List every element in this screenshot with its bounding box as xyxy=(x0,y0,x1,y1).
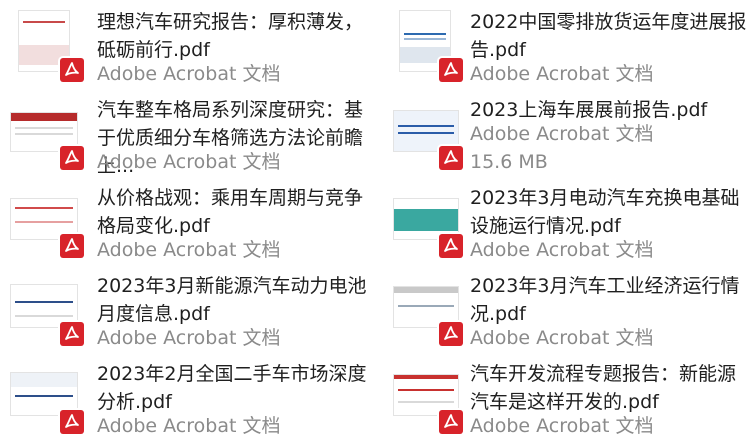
pdf-icon xyxy=(439,322,463,346)
pdf-icon xyxy=(60,234,84,258)
file-name: 2022中国零排放货运年度进展报告.pdf xyxy=(470,11,747,61)
pdf-icon xyxy=(60,410,84,434)
pdf-icon xyxy=(439,234,463,258)
file-grid: 理想汽车研究报告：厚积薄发，砥砺前行.pdf Adobe Acrobat 文档 … xyxy=(0,0,749,441)
pdf-icon xyxy=(439,146,463,170)
file-name: 2023上海车展展前报告.pdf xyxy=(470,99,708,121)
file-type: Adobe Acrobat 文档 xyxy=(470,63,654,85)
file-type: Adobe Acrobat 文档 xyxy=(97,415,281,437)
file-item[interactable]: 2023年3月新能源汽车动力电池月度信息.pdf Adobe Acrobat 文… xyxy=(8,272,378,356)
file-item[interactable]: 2023年3月汽车工业经济运行情况.pdf Adobe Acrobat 文档 xyxy=(381,272,749,356)
pdf-icon xyxy=(439,410,463,434)
file-name: 2023年3月新能源汽车动力电池月度信息.pdf xyxy=(97,275,367,325)
file-item[interactable]: 理想汽车研究报告：厚积薄发，砥砺前行.pdf Adobe Acrobat 文档 xyxy=(8,8,378,92)
file-type: Adobe Acrobat 文档 xyxy=(470,239,654,261)
file-name: 2023年3月电动汽车充换电基础设施运行情况.pdf xyxy=(470,187,740,237)
file-item[interactable]: 从价格战观：乘用车周期与竞争格局变化.pdf Adobe Acrobat 文档 xyxy=(8,184,378,268)
file-type: Adobe Acrobat 文档 xyxy=(470,327,654,349)
file-name: 2023年2月全国二手车市场深度分析.pdf xyxy=(97,363,367,413)
file-item[interactable]: 2023年3月电动汽车充换电基础设施运行情况.pdf Adobe Acrobat… xyxy=(381,184,749,268)
file-item[interactable]: 2023年2月全国二手车市场深度分析.pdf Adobe Acrobat 文档 xyxy=(8,360,378,444)
file-type: Adobe Acrobat 文档 xyxy=(97,327,281,349)
file-size: 15.6 MB xyxy=(470,151,548,173)
pdf-icon xyxy=(439,58,463,82)
file-type: Adobe Acrobat 文档 xyxy=(470,123,654,145)
file-name: 2023年3月汽车工业经济运行情况.pdf xyxy=(470,275,740,325)
file-item[interactable]: 2022中国零排放货运年度进展报告.pdf Adobe Acrobat 文档 xyxy=(381,8,749,92)
file-item[interactable]: 2023上海车展展前报告.pdf Adobe Acrobat 文档 15.6 M… xyxy=(381,96,749,180)
file-name: 理想汽车研究报告：厚积薄发，砥砺前行.pdf xyxy=(97,11,364,61)
file-item[interactable]: 汽车开发流程专题报告：新能源汽车是这样开发的.pdf Adobe Acrobat… xyxy=(381,360,749,444)
file-type: Adobe Acrobat 文档 xyxy=(97,151,281,173)
pdf-icon xyxy=(60,146,84,170)
pdf-icon xyxy=(60,322,84,346)
file-type: Adobe Acrobat 文档 xyxy=(470,415,654,437)
file-type: Adobe Acrobat 文档 xyxy=(97,239,281,261)
file-type: Adobe Acrobat 文档 xyxy=(97,63,281,85)
pdf-icon xyxy=(60,58,84,82)
file-item[interactable]: 汽车整车格局系列深度研究：基于优质细分车格筛选方法论前瞻上... Adobe A… xyxy=(8,96,378,180)
file-name: 汽车开发流程专题报告：新能源汽车是这样开发的.pdf xyxy=(470,363,737,413)
file-name: 从价格战观：乘用车周期与竞争格局变化.pdf xyxy=(97,187,364,237)
